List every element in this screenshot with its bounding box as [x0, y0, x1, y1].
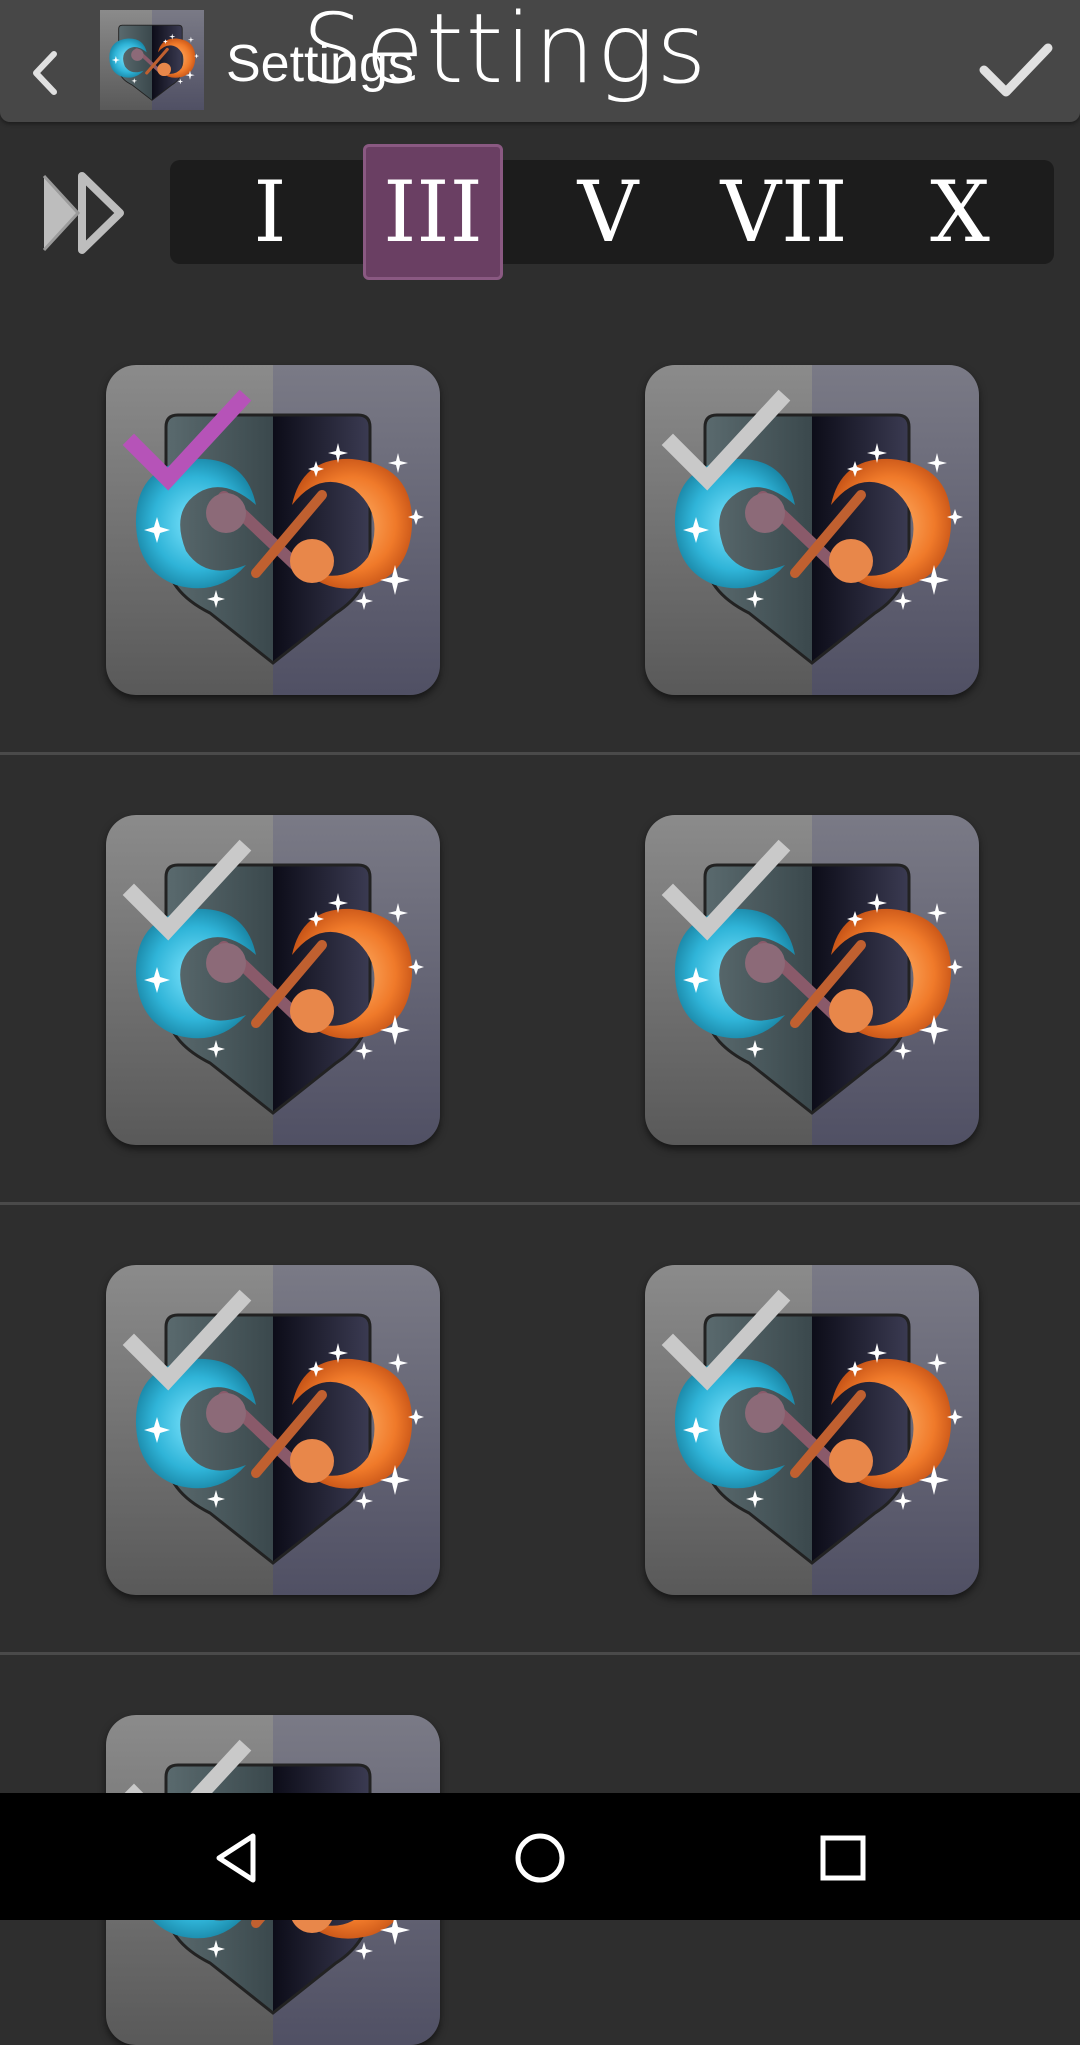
nav-back-icon: [216, 1833, 256, 1883]
skip-button[interactable]: [38, 168, 128, 258]
checkmark-icon: [122, 839, 252, 941]
theme-tile[interactable]: [645, 1265, 979, 1595]
level-label: III: [383, 163, 483, 261]
nav-home-icon: [515, 1833, 565, 1883]
theme-tile[interactable]: [645, 365, 979, 695]
row-divider: [0, 1202, 1080, 1205]
system-nav-bar: [0, 1793, 1080, 1920]
level-selector: I III V VII X: [170, 144, 1054, 280]
checkmark-icon: [661, 1289, 791, 1391]
nav-recents-button[interactable]: [798, 1813, 888, 1903]
chevron-left-icon: [33, 51, 57, 95]
theme-tile[interactable]: [106, 1265, 440, 1595]
nav-recents-icon: [820, 1835, 866, 1881]
checkmark-icon: [122, 1289, 252, 1391]
level-label: V: [577, 163, 639, 261]
nav-back-button[interactable]: [192, 1813, 282, 1903]
level-label: I: [253, 163, 287, 261]
page-title-overlay: Settings: [302, 0, 709, 105]
fast-forward-icon: [42, 172, 124, 254]
checkmark-icon: [661, 389, 791, 491]
theme-tile[interactable]: [645, 815, 979, 1145]
theme-tile[interactable]: [106, 815, 440, 1145]
app-logo: [98, 8, 206, 112]
checkmark-icon: [122, 389, 252, 491]
level-tab-5[interactable]: V: [538, 160, 678, 264]
level-label: X: [930, 163, 990, 261]
level-tab-7[interactable]: VII: [714, 160, 854, 264]
theme-tile[interactable]: [106, 365, 440, 695]
level-label: VII: [720, 163, 848, 261]
checkmark-icon: [661, 839, 791, 941]
back-button[interactable]: [20, 38, 70, 108]
level-tab-1[interactable]: I: [200, 160, 340, 264]
level-tab-10[interactable]: X: [890, 160, 1030, 264]
confirm-button[interactable]: [976, 30, 1056, 110]
app-bar: Settings Settings: [0, 0, 1080, 122]
row-divider: [0, 1652, 1080, 1655]
level-tab-3[interactable]: III: [363, 144, 503, 280]
checkmark-icon: [979, 43, 1053, 97]
nav-home-button[interactable]: [495, 1813, 585, 1903]
row-divider: [0, 752, 1080, 755]
